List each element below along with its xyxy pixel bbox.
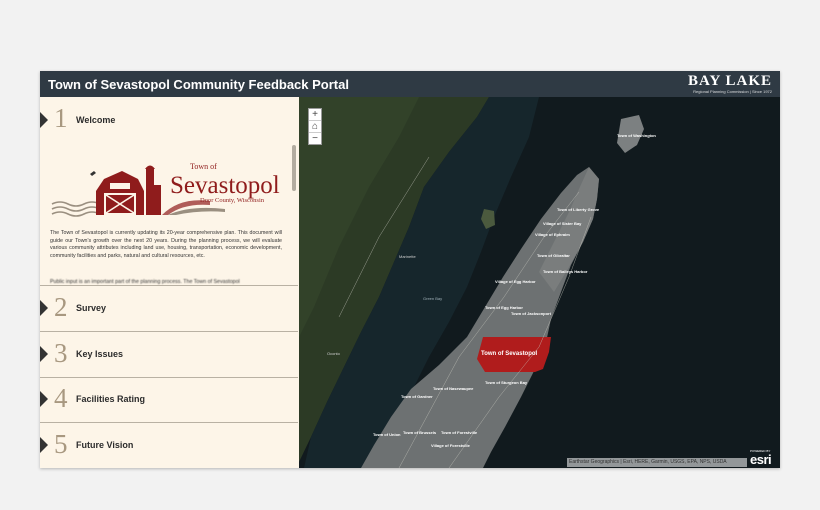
map-label: Town of Washington <box>617 133 656 138</box>
logo-subtitle: Regional Planning Commission | Since 197… <box>693 89 772 94</box>
step-number: 1 <box>54 103 68 133</box>
map-label: Town of Jacksonport <box>511 311 552 316</box>
map-label: Village of Ephraim <box>535 232 570 237</box>
map-label: Town of Liberty Grove <box>557 207 600 212</box>
chevron-right-icon <box>40 391 48 407</box>
step-label: Facilities Rating <box>76 394 146 404</box>
step-label: Welcome <box>76 115 116 125</box>
zoom-out-button[interactable]: − <box>309 133 321 144</box>
sevastopol-logo: Town of Sevastopol Door County, Wisconsi… <box>50 157 286 226</box>
esri-logo[interactable]: POWERED BY esri <box>748 449 778 467</box>
logo-brand: BAY LAKE <box>688 73 772 89</box>
step-label: Future Vision <box>76 440 134 450</box>
zoom-in-button[interactable]: + <box>309 109 321 121</box>
chevron-right-icon <box>40 112 48 128</box>
welcome-description: The Town of Sevastopol is currently upda… <box>50 230 282 259</box>
map-label: Village of Sister Bay <box>543 221 582 226</box>
esri-name: esri <box>750 452 772 467</box>
bay-lake-logo[interactable]: BAY LAKE Regional Planning Commission | … <box>682 73 772 95</box>
logo-town-of: Town of <box>190 162 217 171</box>
highlight-label: Town of Sevastopol <box>481 351 538 357</box>
chevron-right-icon <box>40 346 48 362</box>
satellite-map: Town of Washington Town of Liberty Grove… <box>299 97 780 468</box>
chevron-right-icon <box>40 437 48 453</box>
home-button[interactable]: ⌂ <box>309 121 321 133</box>
step-key-issues[interactable]: 3 Key Issues <box>40 332 298 378</box>
map-label: Village of Forestville <box>431 443 471 448</box>
step-future-vision[interactable]: 5 Future Vision <box>40 423 298 468</box>
map-label: Town of Baileys Harbor <box>543 269 588 274</box>
step-number: 4 <box>54 383 68 413</box>
map-label: Town of Brussels <box>403 430 437 435</box>
step-label: Survey <box>76 303 107 313</box>
panel-scrollbar[interactable] <box>292 145 296 191</box>
map-label: Town of Gibraltar <box>537 253 570 258</box>
map-zoom-control: + ⌂ − <box>308 108 322 145</box>
map-label: Town of Gardner <box>401 394 433 399</box>
place-label: Oconto <box>327 351 341 356</box>
step-number: 5 <box>54 429 68 459</box>
map-label: Town of Forestville <box>441 430 478 435</box>
logo-county: Door County, Wisconsin <box>200 197 265 204</box>
step-number: 3 <box>54 338 68 368</box>
header-bar: Town of Sevastopol Community Feedback Po… <box>40 71 780 97</box>
map-label: Town of Sturgeon Bay <box>485 380 528 385</box>
chevron-right-icon <box>40 300 48 316</box>
step-label: Key Issues <box>76 349 124 359</box>
step-facilities-rating[interactable]: 4 Facilities Rating <box>40 377 298 423</box>
welcome-description-more: Public input is an important part of the… <box>50 279 240 285</box>
map-view[interactable]: Town of Washington Town of Liberty Grove… <box>299 97 780 468</box>
map-label: Village of Egg Harbor <box>495 279 536 284</box>
map-label: Town of Union <box>373 432 401 437</box>
map-label: Town of Nasewaupee <box>433 386 474 391</box>
map-attribution[interactable]: Earthstar Geographics | Esri, HERE, Garm… <box>567 458 747 467</box>
step-welcome[interactable]: 1 Welcome Town of Sevastopol Door County… <box>40 97 298 286</box>
app-window: Town of Sevastopol Community Feedback Po… <box>40 71 780 468</box>
place-label: Marinette <box>399 254 416 259</box>
map-label: Town of Egg Harbor <box>485 305 523 310</box>
barn-logo-icon: Town of Sevastopol Door County, Wisconsi… <box>51 162 280 217</box>
step-survey[interactable]: 2 Survey <box>40 286 298 332</box>
steps-panel: 1 Welcome Town of Sevastopol Door County… <box>40 97 300 468</box>
page-title: Town of Sevastopol Community Feedback Po… <box>48 77 349 92</box>
step-number: 2 <box>54 292 68 322</box>
logo-name: Sevastopol <box>170 172 280 199</box>
place-label: Green Bay <box>423 296 442 301</box>
